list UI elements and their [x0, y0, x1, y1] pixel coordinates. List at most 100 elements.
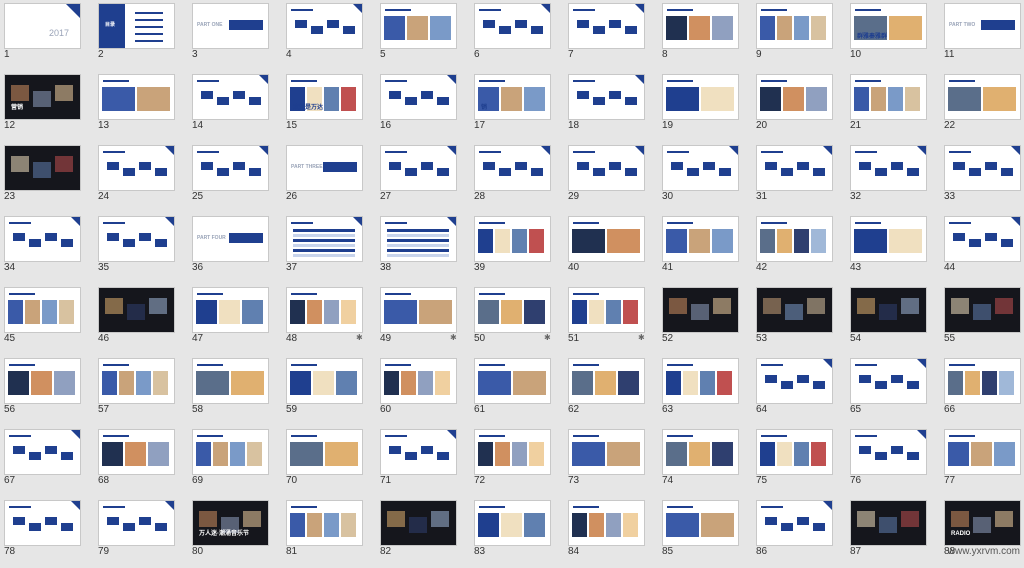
slide-thumbnail[interactable]: [756, 74, 833, 120]
slide-thumbnail[interactable]: [944, 287, 1021, 333]
slide-thumbnail[interactable]: [192, 145, 269, 191]
slide-thumbnail-cell[interactable]: 41: [658, 213, 753, 284]
slide-thumbnail-cell[interactable]: 33: [940, 142, 1024, 213]
slide-thumbnail[interactable]: [850, 145, 927, 191]
slide-thumbnail-cell[interactable]: 18: [564, 71, 659, 142]
slide-thumbnail-cell[interactable]: 30: [658, 142, 753, 213]
slide-thumbnail[interactable]: [474, 358, 551, 404]
slide-thumbnail[interactable]: [4, 429, 81, 475]
slide-thumbnail-cell[interactable]: 49 ✱: [376, 284, 471, 355]
slide-thumbnail[interactable]: [568, 287, 645, 333]
slide-thumbnail[interactable]: [286, 429, 363, 475]
slide-thumbnail-cell[interactable]: 53: [752, 284, 847, 355]
slide-thumbnail-cell[interactable]: 21: [846, 71, 941, 142]
slide-thumbnail-cell[interactable]: 83: [470, 497, 565, 568]
slide-thumbnail-cell[interactable]: 25: [188, 142, 283, 213]
slide-thumbnail[interactable]: [662, 429, 739, 475]
slide-thumbnail-cell[interactable]: 79: [94, 497, 189, 568]
slide-thumbnail-cell[interactable]: 85: [658, 497, 753, 568]
slide-thumbnail[interactable]: RADIO: [944, 500, 1021, 546]
slide-thumbnail[interactable]: [944, 145, 1021, 191]
slide-thumbnail-cell[interactable]: 59: [282, 355, 377, 426]
slide-thumbnail[interactable]: [4, 358, 81, 404]
slide-thumbnail-cell[interactable]: 营销 12: [0, 71, 95, 142]
slide-thumbnail[interactable]: [756, 358, 833, 404]
slide-thumbnail-cell[interactable]: 81: [282, 497, 377, 568]
slide-thumbnail[interactable]: [568, 500, 645, 546]
slide-thumbnail[interactable]: [474, 500, 551, 546]
slide-thumbnail[interactable]: [4, 500, 81, 546]
slide-thumbnail-cell[interactable]: 52: [658, 284, 753, 355]
slide-thumbnail[interactable]: [568, 216, 645, 262]
slide-thumbnail[interactable]: [662, 74, 739, 120]
slide-thumbnail-cell[interactable]: 75: [752, 426, 847, 497]
slide-thumbnail-cell[interactable]: 47: [188, 284, 283, 355]
slide-thumbnail-cell[interactable]: 66: [940, 355, 1024, 426]
slide-thumbnail[interactable]: 2017: [4, 3, 81, 49]
slide-thumbnail-cell[interactable]: 19: [658, 71, 753, 142]
slide-thumbnail-cell[interactable]: 27: [376, 142, 471, 213]
slide-thumbnail-cell[interactable]: RADIO 88: [940, 497, 1024, 568]
slide-thumbnail[interactable]: [662, 145, 739, 191]
slide-thumbnail-cell[interactable]: 24: [94, 142, 189, 213]
slide-thumbnail-cell[interactable]: 54: [846, 284, 941, 355]
slide-thumbnail[interactable]: [662, 500, 739, 546]
slide-thumbnail[interactable]: [850, 500, 927, 546]
slide-thumbnail-cell[interactable]: PART FOUR 36: [188, 213, 283, 284]
slide-thumbnail[interactable]: [380, 3, 457, 49]
slide-thumbnail-cell[interactable]: 69: [188, 426, 283, 497]
slide-thumbnail[interactable]: [944, 74, 1021, 120]
slide-thumbnail-cell[interactable]: 65: [846, 355, 941, 426]
slide-thumbnail-cell[interactable]: 35: [94, 213, 189, 284]
slide-thumbnail-cell[interactable]: 73: [564, 426, 659, 497]
slide-thumbnail-cell[interactable]: 目录 2: [94, 0, 189, 71]
slide-thumbnail[interactable]: PART ONE: [192, 3, 269, 49]
slide-thumbnail-cell[interactable]: 群雅秦雅群 10: [846, 0, 941, 71]
slide-thumbnail-cell[interactable]: 56: [0, 355, 95, 426]
slide-thumbnail[interactable]: [944, 216, 1021, 262]
slide-thumbnail[interactable]: [850, 429, 927, 475]
slide-thumbnail[interactable]: [98, 74, 175, 120]
slide-thumbnail[interactable]: [944, 429, 1021, 475]
slide-thumbnail-cell[interactable]: PART THREE 26: [282, 142, 377, 213]
slide-thumbnail-cell[interactable]: 31: [752, 142, 847, 213]
slide-thumbnail[interactable]: PART FOUR: [192, 216, 269, 262]
slide-thumbnail[interactable]: [850, 216, 927, 262]
slide-thumbnail[interactable]: [380, 145, 457, 191]
slide-thumbnail[interactable]: [568, 358, 645, 404]
slide-thumbnail-cell[interactable]: 42: [752, 213, 847, 284]
slide-thumbnail[interactable]: [474, 3, 551, 49]
slide-thumbnail-cell[interactable]: 14: [188, 71, 283, 142]
slide-thumbnail-cell[interactable]: 46: [94, 284, 189, 355]
slide-thumbnail[interactable]: [98, 287, 175, 333]
slide-thumbnail-cell[interactable]: 78: [0, 497, 95, 568]
slide-thumbnail-cell[interactable]: 74: [658, 426, 753, 497]
slide-thumbnail-cell[interactable]: 61: [470, 355, 565, 426]
slide-thumbnail[interactable]: [380, 429, 457, 475]
slide-thumbnail[interactable]: 销: [474, 74, 551, 120]
slide-thumbnail[interactable]: [286, 358, 363, 404]
slide-thumbnail[interactable]: [756, 216, 833, 262]
slide-thumbnail[interactable]: [380, 358, 457, 404]
slide-thumbnail-cell[interactable]: 欢乐是万达 15: [282, 71, 377, 142]
slide-thumbnail[interactable]: 营销: [4, 74, 81, 120]
slide-thumbnail[interactable]: 万人迷·潮涌音乐节: [192, 500, 269, 546]
slide-thumbnail[interactable]: 欢乐是万达: [286, 74, 363, 120]
slide-thumbnail-cell[interactable]: 68: [94, 426, 189, 497]
slide-thumbnail-cell[interactable]: 13: [94, 71, 189, 142]
slide-thumbnail[interactable]: [192, 429, 269, 475]
slide-thumbnail-cell[interactable]: 82: [376, 497, 471, 568]
slide-thumbnail[interactable]: [662, 287, 739, 333]
slide-thumbnail[interactable]: [756, 3, 833, 49]
slide-thumbnail[interactable]: [4, 287, 81, 333]
slide-thumbnail[interactable]: [286, 287, 363, 333]
slide-thumbnail[interactable]: [286, 216, 363, 262]
slide-thumbnail-cell[interactable]: 38: [376, 213, 471, 284]
slide-thumbnail[interactable]: [756, 145, 833, 191]
slide-thumbnail[interactable]: [98, 500, 175, 546]
slide-thumbnail[interactable]: [474, 287, 551, 333]
slide-thumbnail-cell[interactable]: PART TWO 11: [940, 0, 1024, 71]
slide-thumbnail[interactable]: [380, 216, 457, 262]
slide-thumbnail-cell[interactable]: 8: [658, 0, 753, 71]
slide-thumbnail-cell[interactable]: 9: [752, 0, 847, 71]
